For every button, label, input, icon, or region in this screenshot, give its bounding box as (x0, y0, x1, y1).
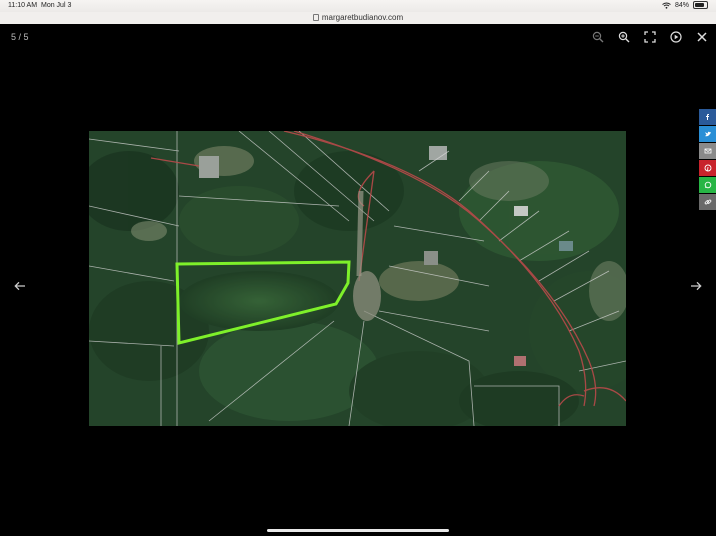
image-viewer: 5 / 5 (0, 24, 716, 536)
zoom-out-icon (592, 31, 604, 43)
close-icon (697, 32, 707, 42)
status-indicators: 84% (662, 1, 708, 9)
zoom-in-button[interactable] (616, 29, 632, 45)
zoom-in-icon (618, 31, 630, 43)
facebook-icon (705, 114, 709, 120)
share-pinterest-button[interactable] (699, 160, 716, 176)
pinterest-icon (704, 164, 711, 172)
address-bar[interactable]: margaretbudianov.com (0, 12, 716, 24)
fullscreen-icon (644, 31, 656, 43)
share-bar (699, 109, 716, 211)
play-icon (670, 31, 682, 43)
share-twitter-button[interactable] (699, 126, 716, 142)
viewer-toolbar (590, 29, 710, 45)
aerial-lot-photo (89, 131, 626, 426)
url-text: margaretbudianov.com (321, 13, 404, 22)
battery-icon (693, 1, 708, 9)
lock-icon (312, 14, 319, 22)
status-time: 11:10 AM (8, 2, 38, 9)
arrow-right-icon (691, 281, 702, 291)
status-date: Mon Jul 3 (41, 2, 72, 9)
whatsapp-icon (704, 181, 711, 189)
status-bar: 11:10 AM Mon Jul 3 84% (0, 0, 716, 12)
share-email-button[interactable] (699, 143, 716, 159)
home-indicator[interactable] (267, 529, 449, 532)
arrow-left-icon (14, 281, 25, 291)
previous-image-button[interactable] (10, 276, 30, 296)
zoom-out-button[interactable] (590, 29, 606, 45)
share-facebook-button[interactable] (699, 109, 716, 125)
close-button[interactable] (694, 29, 710, 45)
slideshow-play-button[interactable] (668, 29, 684, 45)
wifi-icon (662, 2, 671, 9)
link-icon (704, 199, 711, 205)
image-counter: 5 / 5 (11, 32, 29, 42)
twitter-icon (704, 131, 711, 137)
battery-percentage: 84% (674, 1, 689, 9)
share-whatsapp-button[interactable] (699, 177, 716, 193)
copy-link-button[interactable] (699, 194, 716, 210)
next-image-button[interactable] (686, 276, 706, 296)
email-icon (704, 148, 711, 154)
fullscreen-button[interactable] (642, 29, 658, 45)
